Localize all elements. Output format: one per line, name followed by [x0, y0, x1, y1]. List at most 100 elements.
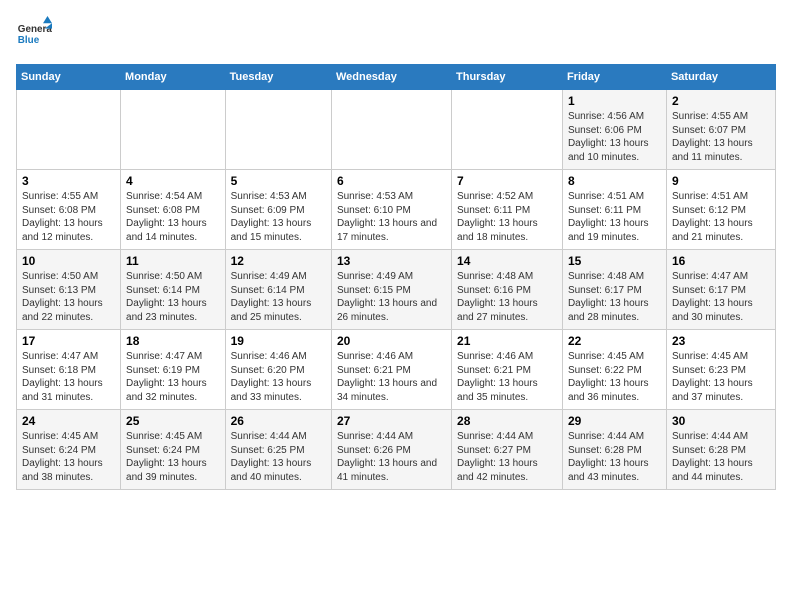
week-row-4: 17 Sunrise: 4:47 AM Sunset: 6:18 PM Dayli… [17, 330, 776, 410]
day-number: 13 [337, 254, 446, 268]
day-cell: 9Sunrise: 4:51 AM Sunset: 6:12 PM Daylig… [666, 170, 775, 250]
day-cell: 8Sunrise: 4:51 AM Sunset: 6:11 PM Daylig… [562, 170, 666, 250]
day-number: 1 [568, 94, 661, 108]
day-info: Sunrise: 4:44 AM Sunset: 6:25 PM Dayligh… [231, 430, 326, 484]
day-number: 29 [568, 414, 661, 428]
day-number: 3 [22, 174, 115, 188]
day-info: Sunrise: 4:48 AM Sunset: 6:16 PM Dayligh… [457, 270, 557, 324]
day-info: Sunrise: 4:45 AM Sunset: 6:24 PM Dayligh… [126, 430, 220, 484]
day-cell [331, 90, 451, 170]
day-number: 23 [672, 334, 770, 348]
day-cell: 11 Sunrise: 4:50 AM Sunset: 6:14 PM Dayli… [121, 250, 226, 330]
day-info: Sunrise: 4:45 AM Sunset: 6:24 PM Dayligh… [22, 430, 115, 484]
day-cell: 25 Sunrise: 4:45 AM Sunset: 6:24 PM Dayli… [121, 410, 226, 490]
day-number: 28 [457, 414, 557, 428]
column-header-saturday: Saturday [666, 65, 775, 90]
day-cell: 21 Sunrise: 4:46 AM Sunset: 6:21 PM Dayli… [452, 330, 563, 410]
day-info: Sunrise: 4:53 AM Sunset: 6:09 PM Dayligh… [231, 190, 326, 244]
day-number: 12 [231, 254, 326, 268]
day-cell: 10 Sunrise: 4:50 AM Sunset: 6:13 PM Dayli… [17, 250, 121, 330]
day-cell: 18 Sunrise: 4:47 AM Sunset: 6:19 PM Dayli… [121, 330, 226, 410]
day-info: Sunrise: 4:47 AM Sunset: 6:17 PM Dayligh… [672, 270, 770, 324]
week-row-3: 10 Sunrise: 4:50 AM Sunset: 6:13 PM Dayli… [17, 250, 776, 330]
day-number: 26 [231, 414, 326, 428]
day-info: Sunrise: 4:44 AM Sunset: 6:28 PM Dayligh… [568, 430, 661, 484]
day-info: Sunrise: 4:44 AM Sunset: 6:26 PM Dayligh… [337, 430, 446, 484]
day-number: 17 [22, 334, 115, 348]
column-header-wednesday: Wednesday [331, 65, 451, 90]
day-number: 7 [457, 174, 557, 188]
day-cell: 4 Sunrise: 4:54 AM Sunset: 6:08 PM Daylig… [121, 170, 226, 250]
day-info: Sunrise: 4:46 AM Sunset: 6:20 PM Dayligh… [231, 350, 326, 404]
day-cell: 24 Sunrise: 4:45 AM Sunset: 6:24 PM Dayli… [17, 410, 121, 490]
day-number: 10 [22, 254, 115, 268]
day-info: Sunrise: 4:47 AM Sunset: 6:18 PM Dayligh… [22, 350, 115, 404]
day-cell: 19 Sunrise: 4:46 AM Sunset: 6:20 PM Dayli… [225, 330, 331, 410]
calendar-table: SundayMondayTuesdayWednesdayThursdayFrid… [16, 64, 776, 490]
day-number: 21 [457, 334, 557, 348]
day-info: Sunrise: 4:49 AM Sunset: 6:14 PM Dayligh… [231, 270, 326, 324]
day-cell: 15Sunrise: 4:48 AM Sunset: 6:17 PM Dayli… [562, 250, 666, 330]
day-number: 27 [337, 414, 446, 428]
day-number: 19 [231, 334, 326, 348]
day-number: 5 [231, 174, 326, 188]
day-number: 6 [337, 174, 446, 188]
day-info: Sunrise: 4:54 AM Sunset: 6:08 PM Dayligh… [126, 190, 220, 244]
day-number: 14 [457, 254, 557, 268]
day-cell [452, 90, 563, 170]
day-cell: 26 Sunrise: 4:44 AM Sunset: 6:25 PM Dayli… [225, 410, 331, 490]
day-number: 22 [568, 334, 661, 348]
day-cell: 20 Sunrise: 4:46 AM Sunset: 6:21 PM Dayli… [331, 330, 451, 410]
day-number: 2 [672, 94, 770, 108]
day-info: Sunrise: 4:46 AM Sunset: 6:21 PM Dayligh… [457, 350, 557, 404]
day-cell: 27 Sunrise: 4:44 AM Sunset: 6:26 PM Dayli… [331, 410, 451, 490]
column-header-monday: Monday [121, 65, 226, 90]
day-info: Sunrise: 4:55 AM Sunset: 6:07 PM Dayligh… [672, 110, 770, 164]
day-info: Sunrise: 4:56 AM Sunset: 6:06 PM Dayligh… [568, 110, 661, 164]
header-row: SundayMondayTuesdayWednesdayThursdayFrid… [17, 65, 776, 90]
day-cell: 3 Sunrise: 4:55 AM Sunset: 6:08 PM Daylig… [17, 170, 121, 250]
day-info: Sunrise: 4:50 AM Sunset: 6:14 PM Dayligh… [126, 270, 220, 324]
page-header: General Blue [16, 16, 776, 52]
day-number: 15 [568, 254, 661, 268]
week-row-2: 3 Sunrise: 4:55 AM Sunset: 6:08 PM Daylig… [17, 170, 776, 250]
day-info: Sunrise: 4:55 AM Sunset: 6:08 PM Dayligh… [22, 190, 115, 244]
day-cell: 12 Sunrise: 4:49 AM Sunset: 6:14 PM Dayli… [225, 250, 331, 330]
column-header-tuesday: Tuesday [225, 65, 331, 90]
day-cell [17, 90, 121, 170]
day-number: 18 [126, 334, 220, 348]
day-info: Sunrise: 4:53 AM Sunset: 6:10 PM Dayligh… [337, 190, 446, 244]
day-info: Sunrise: 4:51 AM Sunset: 6:11 PM Dayligh… [568, 190, 661, 244]
day-cell: 16 Sunrise: 4:47 AM Sunset: 6:17 PM Dayli… [666, 250, 775, 330]
day-number: 11 [126, 254, 220, 268]
column-header-friday: Friday [562, 65, 666, 90]
svg-text:Blue: Blue [18, 35, 40, 46]
week-row-1: 1 Sunrise: 4:56 AM Sunset: 6:06 PM Daylig… [17, 90, 776, 170]
day-cell: 6 Sunrise: 4:53 AM Sunset: 6:10 PM Daylig… [331, 170, 451, 250]
column-header-thursday: Thursday [452, 65, 563, 90]
day-info: Sunrise: 4:52 AM Sunset: 6:11 PM Dayligh… [457, 190, 557, 244]
day-info: Sunrise: 4:50 AM Sunset: 6:13 PM Dayligh… [22, 270, 115, 324]
day-cell: 2 Sunrise: 4:55 AM Sunset: 6:07 PM Daylig… [666, 90, 775, 170]
day-info: Sunrise: 4:44 AM Sunset: 6:28 PM Dayligh… [672, 430, 770, 484]
day-cell: 7 Sunrise: 4:52 AM Sunset: 6:11 PM Daylig… [452, 170, 563, 250]
day-cell: 17 Sunrise: 4:47 AM Sunset: 6:18 PM Dayli… [17, 330, 121, 410]
day-number: 4 [126, 174, 220, 188]
day-number: 9 [672, 174, 770, 188]
day-cell: 14 Sunrise: 4:48 AM Sunset: 6:16 PM Dayli… [452, 250, 563, 330]
svg-text:General: General [18, 24, 52, 35]
day-info: Sunrise: 4:44 AM Sunset: 6:27 PM Dayligh… [457, 430, 557, 484]
day-cell: 22Sunrise: 4:45 AM Sunset: 6:22 PM Dayli… [562, 330, 666, 410]
day-cell: 29 Sunrise: 4:44 AM Sunset: 6:28 PM Dayli… [562, 410, 666, 490]
day-info: Sunrise: 4:46 AM Sunset: 6:21 PM Dayligh… [337, 350, 446, 404]
day-cell: 5 Sunrise: 4:53 AM Sunset: 6:09 PM Daylig… [225, 170, 331, 250]
day-cell [121, 90, 226, 170]
day-number: 20 [337, 334, 446, 348]
day-number: 30 [672, 414, 770, 428]
day-number: 16 [672, 254, 770, 268]
day-number: 24 [22, 414, 115, 428]
day-number: 25 [126, 414, 220, 428]
day-info: Sunrise: 4:47 AM Sunset: 6:19 PM Dayligh… [126, 350, 220, 404]
column-header-sunday: Sunday [17, 65, 121, 90]
day-cell: 13Sunrise: 4:49 AM Sunset: 6:15 PM Dayli… [331, 250, 451, 330]
